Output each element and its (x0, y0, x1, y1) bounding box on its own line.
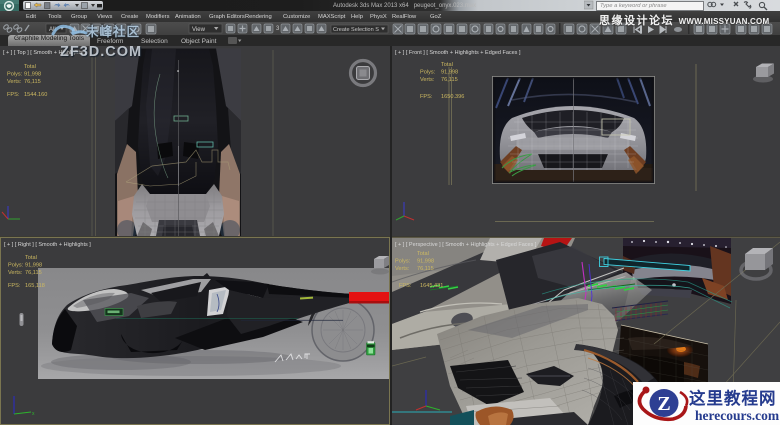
svg-text:FPS:: FPS: (420, 94, 433, 100)
svg-text:FPS:: FPS: (8, 283, 21, 289)
svg-text:Total: Total (24, 64, 36, 70)
svg-text:Verts:: Verts: (420, 77, 435, 83)
svg-text:1645,431: 1645,431 (420, 283, 443, 289)
svg-text:3: 3 (276, 26, 280, 32)
svg-text:91,998: 91,998 (417, 259, 434, 265)
svg-text:FPS:: FPS: (399, 283, 412, 289)
svg-text:[ + ] [ Front ] [ Smooth + Hig: [ + ] [ Front ] [ Smooth + Highlights + … (395, 50, 521, 56)
svg-text:76,115: 76,115 (24, 79, 41, 85)
svg-text:76,115: 76,115 (441, 77, 458, 83)
svg-text:Z: Z (657, 393, 670, 415)
svg-text:View: View (192, 27, 206, 33)
svg-text:Total: Total (417, 251, 429, 257)
svg-text:1650.396: 1650.396 (441, 94, 464, 100)
svg-text:165,118: 165,118 (25, 283, 45, 289)
svg-text:91,998: 91,998 (25, 263, 42, 269)
svg-text:Create Selection S: Create Selection S (333, 27, 379, 33)
svg-text:Verts:: Verts: (395, 266, 410, 272)
svg-text:1544.160: 1544.160 (24, 92, 47, 98)
svg-text:Polys:: Polys: (420, 70, 436, 76)
svg-text:76,115: 76,115 (25, 270, 42, 276)
svg-text:Total: Total (25, 255, 37, 261)
svg-text:这里教程网: 这里教程网 (689, 388, 777, 408)
svg-text:FPS:: FPS: (7, 92, 20, 98)
svg-text:91,998: 91,998 (441, 70, 458, 76)
svg-text:Verts:: Verts: (8, 270, 23, 276)
svg-text:Verts:: Verts: (7, 79, 22, 85)
svg-text:91,998: 91,998 (24, 72, 41, 78)
svg-text:[ + ] [ Perspective ] [ Smooth: [ + ] [ Perspective ] [ Smooth + Highlig… (395, 242, 537, 248)
svg-text:herecours.com: herecours.com (695, 408, 780, 423)
svg-text:Polys:: Polys: (395, 259, 411, 265)
svg-text:Total: Total (441, 62, 453, 68)
svg-text:Polys:: Polys: (7, 72, 23, 78)
svg-text:76,115: 76,115 (417, 266, 434, 272)
svg-text:[ + ] [ Right ] [ Smooth + Hig: [ + ] [ Right ] [ Smooth + Highlights ] (4, 242, 91, 248)
svg-text:Polys:: Polys: (8, 263, 24, 269)
